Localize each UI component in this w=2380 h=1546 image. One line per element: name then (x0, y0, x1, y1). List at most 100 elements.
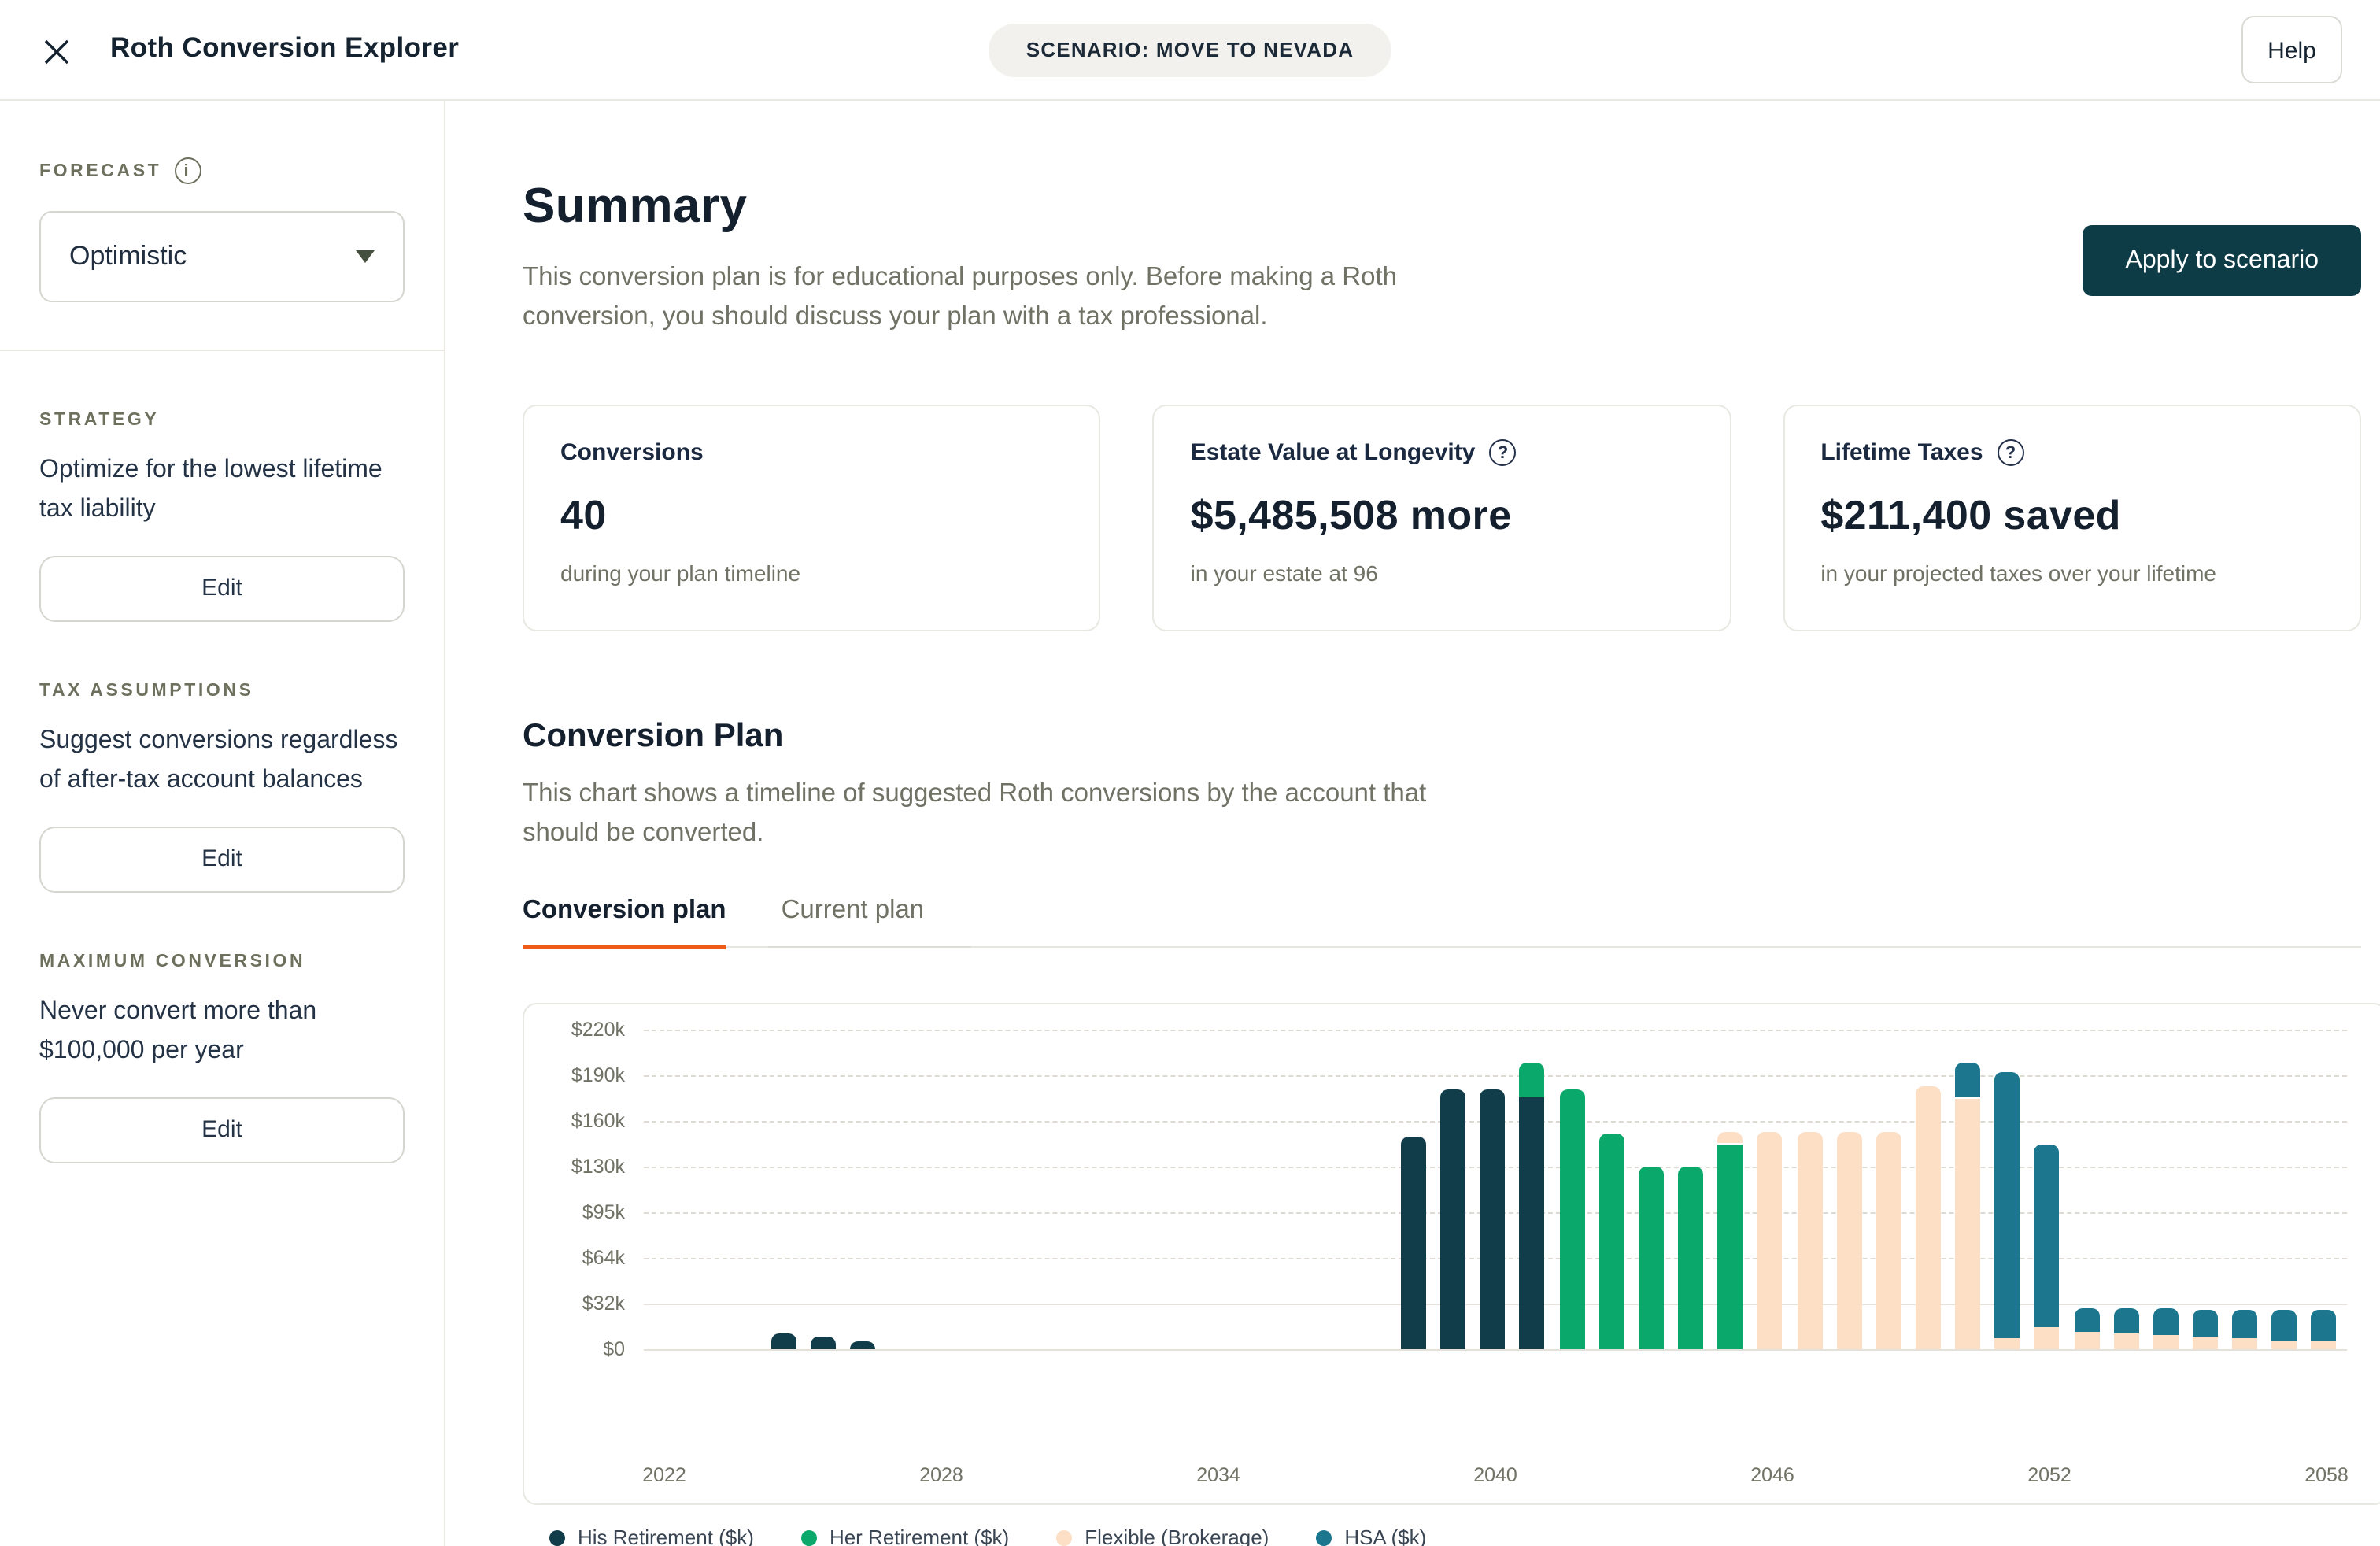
chart-bar-2051-hsa[interactable] (2034, 1144, 2060, 1328)
card-caption: in your estate at 96 (1191, 560, 1694, 586)
card-title: Conversions (560, 439, 1063, 466)
chart-bar-2053-hsa[interactable] (2113, 1307, 2138, 1333)
legend-label: HSA ($k) (1344, 1526, 1426, 1546)
chart-bar-2055-hsa[interactable] (2193, 1309, 2218, 1336)
chart-bar-2041-her[interactable] (1639, 1167, 1664, 1349)
chart-bar-2058-hsa[interactable] (2312, 1309, 2337, 1342)
chart-bar-2038-her[interactable] (1520, 1063, 1545, 1097)
card-title: Estate Value at Longevity ? (1191, 439, 1694, 466)
y-axis-label: $95k (537, 1201, 625, 1223)
y-axis-label: $0 (537, 1338, 625, 1360)
strategy-label: STRATEGY (39, 411, 405, 430)
help-button[interactable]: Help (2241, 16, 2342, 83)
maximum-conversion-text: Never convert more than $100,000 per yea… (39, 992, 405, 1071)
maximum-conversion-edit-button[interactable]: Edit (39, 1097, 405, 1163)
chart-bar-2052-hsa[interactable] (2074, 1307, 2099, 1332)
chart-bar-2053-brokerage[interactable] (2113, 1333, 2138, 1349)
legend-item-his[interactable]: His Retirement ($k) (549, 1526, 754, 1546)
chart-bar-2050-brokerage[interactable] (1995, 1338, 2020, 1350)
x-axis-label: 2052 (2002, 1464, 2097, 1486)
main-content: Summary This conversion plan is for educ… (445, 99, 2380, 1546)
strategy-edit-button[interactable]: Edit (39, 556, 405, 622)
chart-bar-2047-brokerage[interactable] (1876, 1132, 1901, 1349)
chart-bar-2025-his[interactable] (811, 1337, 836, 1349)
forecast-label-text: FORECAST (39, 161, 161, 180)
chart-bar-2035-his[interactable] (1401, 1136, 1426, 1349)
chart-bar-2044-brokerage[interactable] (1757, 1132, 1783, 1349)
chart-bar-2040-her[interactable] (1599, 1133, 1624, 1349)
strategy-text: Optimize for the lowest lifetime tax lia… (39, 450, 405, 529)
card-title-text: Estate Value at Longevity (1191, 439, 1476, 466)
chart-bar-2052-brokerage[interactable] (2074, 1332, 2099, 1349)
chart-bar-2051-brokerage[interactable] (2034, 1328, 2060, 1349)
chart-bar-2046-brokerage[interactable] (1836, 1132, 1861, 1349)
card-caption: in your projected taxes over your lifeti… (1820, 560, 2323, 586)
conversion-plan-chart: $0$32k$64k$95k$130k$160k$190k$220k202220… (523, 1003, 2380, 1505)
help-circle-icon[interactable]: ? (1489, 439, 1516, 466)
card-title-text: Conversions (560, 439, 704, 466)
inactive-tab-underline (769, 945, 972, 948)
chart-bar-2054-brokerage[interactable] (2153, 1335, 2179, 1349)
close-icon[interactable] (42, 38, 71, 66)
maximum-conversion-label: MAXIMUM CONVERSION (39, 952, 405, 971)
tab-label: Conversion plan (523, 896, 726, 924)
chart-bar-2038-his[interactable] (1520, 1097, 1545, 1349)
chart-bar-2058-brokerage[interactable] (2312, 1342, 2337, 1349)
scenario-badge: SCENARIO: MOVE TO NEVADA (989, 24, 1391, 77)
chart-bar-2045-brokerage[interactable] (1797, 1132, 1822, 1349)
chart-bar-2036-his[interactable] (1440, 1089, 1465, 1349)
legend-dot-her (801, 1529, 817, 1545)
conversions-value: 40 (560, 491, 1063, 540)
chart-plot-area: $0$32k$64k$95k$130k$160k$190k$220k202220… (524, 1004, 2380, 1503)
chart-tabs: Conversion plan Current plan (523, 896, 2361, 948)
app-title: Roth Conversion Explorer (110, 31, 459, 65)
chart-bar-2049-hsa[interactable] (1955, 1063, 1980, 1098)
card-title-text: Lifetime Taxes (1820, 439, 1983, 466)
legend-item-her[interactable]: Her Retirement ($k) (801, 1526, 1009, 1546)
chart-bar-2037-his[interactable] (1480, 1089, 1506, 1349)
chart-bar-2024-his[interactable] (771, 1333, 796, 1349)
chart-bar-2042-her[interactable] (1678, 1167, 1703, 1349)
chart-bar-2039-her[interactable] (1559, 1089, 1584, 1349)
page-title: Summary (523, 99, 2361, 235)
header: Roth Conversion Explorer SCENARIO: MOVE … (0, 0, 2380, 101)
tab-conversion-plan[interactable]: Conversion plan (523, 896, 726, 946)
chart-bar-2050-hsa[interactable] (1995, 1072, 2020, 1337)
legend-item-brokerage[interactable]: Flexible (Brokerage) (1056, 1526, 1269, 1546)
chart-bar-2043-her[interactable] (1717, 1144, 1743, 1349)
forecast-select[interactable]: Optimistic (39, 211, 405, 302)
maximum-conversion-section: MAXIMUM CONVERSION Never convert more th… (39, 952, 405, 1163)
tax-assumptions-edit-button[interactable]: Edit (39, 827, 405, 893)
chart-bar-2048-brokerage[interactable] (1916, 1086, 1941, 1349)
chevron-down-icon (356, 250, 375, 263)
gridline-$0 (644, 1349, 2347, 1351)
chart-bar-2057-hsa[interactable] (2272, 1309, 2297, 1341)
chart-bar-2026-his[interactable] (851, 1342, 876, 1349)
x-axis-label: 2046 (1725, 1464, 1820, 1486)
y-axis-label: $190k (537, 1064, 625, 1086)
chart-bar-2043-brokerage[interactable] (1717, 1132, 1743, 1144)
chart-bar-2057-brokerage[interactable] (2272, 1341, 2297, 1349)
chart-bar-2055-brokerage[interactable] (2193, 1337, 2218, 1349)
legend-label: Her Retirement ($k) (830, 1526, 1009, 1546)
chart-bar-2056-hsa[interactable] (2232, 1309, 2257, 1337)
apply-to-scenario-button[interactable]: Apply to scenario (2083, 225, 2361, 296)
chart-bar-2049-brokerage[interactable] (1955, 1098, 1980, 1349)
conversion-plan-description: This chart shows a timeline of suggested… (523, 775, 1467, 853)
help-circle-icon[interactable]: ? (1998, 439, 2024, 466)
legend-item-hsa[interactable]: HSA ($k) (1316, 1526, 1426, 1546)
legend-dot-hsa (1316, 1529, 1332, 1545)
x-axis-label: 2058 (2279, 1464, 2374, 1486)
conversion-plan-title: Conversion Plan (523, 718, 2361, 756)
tab-current-plan[interactable]: Current plan (782, 896, 925, 946)
legend-dot-brokerage (1056, 1529, 1072, 1545)
info-icon[interactable]: i (174, 157, 201, 184)
strategy-section: STRATEGY Optimize for the lowest lifetim… (39, 411, 405, 622)
gridline-$220k (644, 1030, 2347, 1031)
x-axis-label: 2028 (894, 1464, 989, 1486)
roth-conversion-explorer-app: Roth Conversion Explorer SCENARIO: MOVE … (0, 0, 2380, 1546)
forecast-label: FORECAST i (39, 157, 405, 184)
estate-value: $5,485,508 more (1191, 491, 1694, 540)
chart-bar-2054-hsa[interactable] (2153, 1307, 2179, 1334)
chart-bar-2056-brokerage[interactable] (2232, 1338, 2257, 1350)
